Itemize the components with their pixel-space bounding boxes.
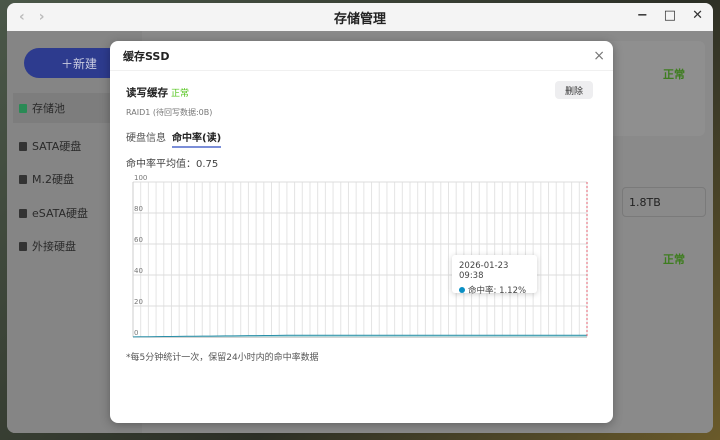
y-tick-label: 60 (134, 236, 143, 244)
sidebar-item-esata[interactable]: eSATA硬盘 (19, 205, 88, 221)
sidebar-item-label: 存储池 (32, 102, 65, 115)
sidebar-item-label: SATA硬盘 (32, 140, 82, 153)
back-button[interactable]: ‹ (19, 9, 25, 25)
external-disk-icon (19, 241, 27, 251)
window-title: 存储管理 (333, 11, 386, 27)
cache-status: 正常 (171, 89, 190, 99)
y-tick-label: 0 (134, 329, 138, 337)
tab-disk-info[interactable]: 硬盘信息 (126, 129, 166, 148)
capacity-label: 1.8TB (622, 187, 706, 217)
disk-icon (19, 208, 27, 218)
minimize-button[interactable]: − (637, 8, 648, 23)
database-icon (19, 103, 27, 113)
status-badge: 正常 (663, 68, 685, 81)
tab-hit-rate[interactable]: 命中率(读) (172, 129, 222, 148)
sidebar-item-m2[interactable]: M.2硬盘 (19, 171, 74, 187)
sidebar-item-label: M.2硬盘 (32, 173, 74, 186)
cache-heading: 读写缓存 正常 (126, 85, 189, 100)
chart-note: *每5分钟统计一次，保留24小时内的命中率数据 (126, 353, 319, 363)
sidebar-item-label: eSATA硬盘 (32, 207, 89, 220)
delete-button[interactable]: 删除 (555, 81, 593, 99)
title-bar: ‹ › 存储管理 − □ ✕ (7, 3, 713, 31)
cache-title: 读写缓存 (126, 87, 168, 99)
forward-button[interactable]: › (39, 9, 45, 25)
sidebar-item-label: 外接硬盘 (32, 240, 76, 253)
cache-ssd-dialog: 缓存SSD × 读写缓存 正常 删除 RAID1 (待回写数据:0B) 硬盘信息命… (110, 41, 613, 423)
average-hit-rate: 命中率平均值：0.75 (126, 159, 219, 170)
disk-icon (19, 141, 27, 151)
close-window-button[interactable]: ✕ (692, 8, 703, 23)
y-tick-label: 20 (134, 298, 143, 306)
series-dot-icon (459, 287, 465, 293)
y-tick-label: 100 (134, 174, 147, 182)
y-tick-label: 40 (134, 267, 143, 275)
raid-info: RAID1 (待回写数据:0B) (126, 108, 213, 117)
m2-icon (19, 174, 27, 184)
sidebar-item-external[interactable]: 外接硬盘 (19, 238, 76, 254)
y-tick-label: 80 (134, 205, 143, 213)
tooltip-value: 命中率: 1.12% (468, 286, 527, 296)
dialog-title: 缓存SSD (110, 41, 613, 71)
close-icon[interactable]: × (593, 48, 605, 64)
maximize-button[interactable]: □ (664, 8, 676, 23)
tooltip-time: 2026-01-23 09:38 (459, 261, 509, 281)
status-badge: 正常 (663, 253, 685, 266)
sidebar-item-sata[interactable]: SATA硬盘 (19, 138, 81, 154)
chart-tooltip: 2026-01-23 09:38 命中率: 1.12% (452, 255, 537, 296)
